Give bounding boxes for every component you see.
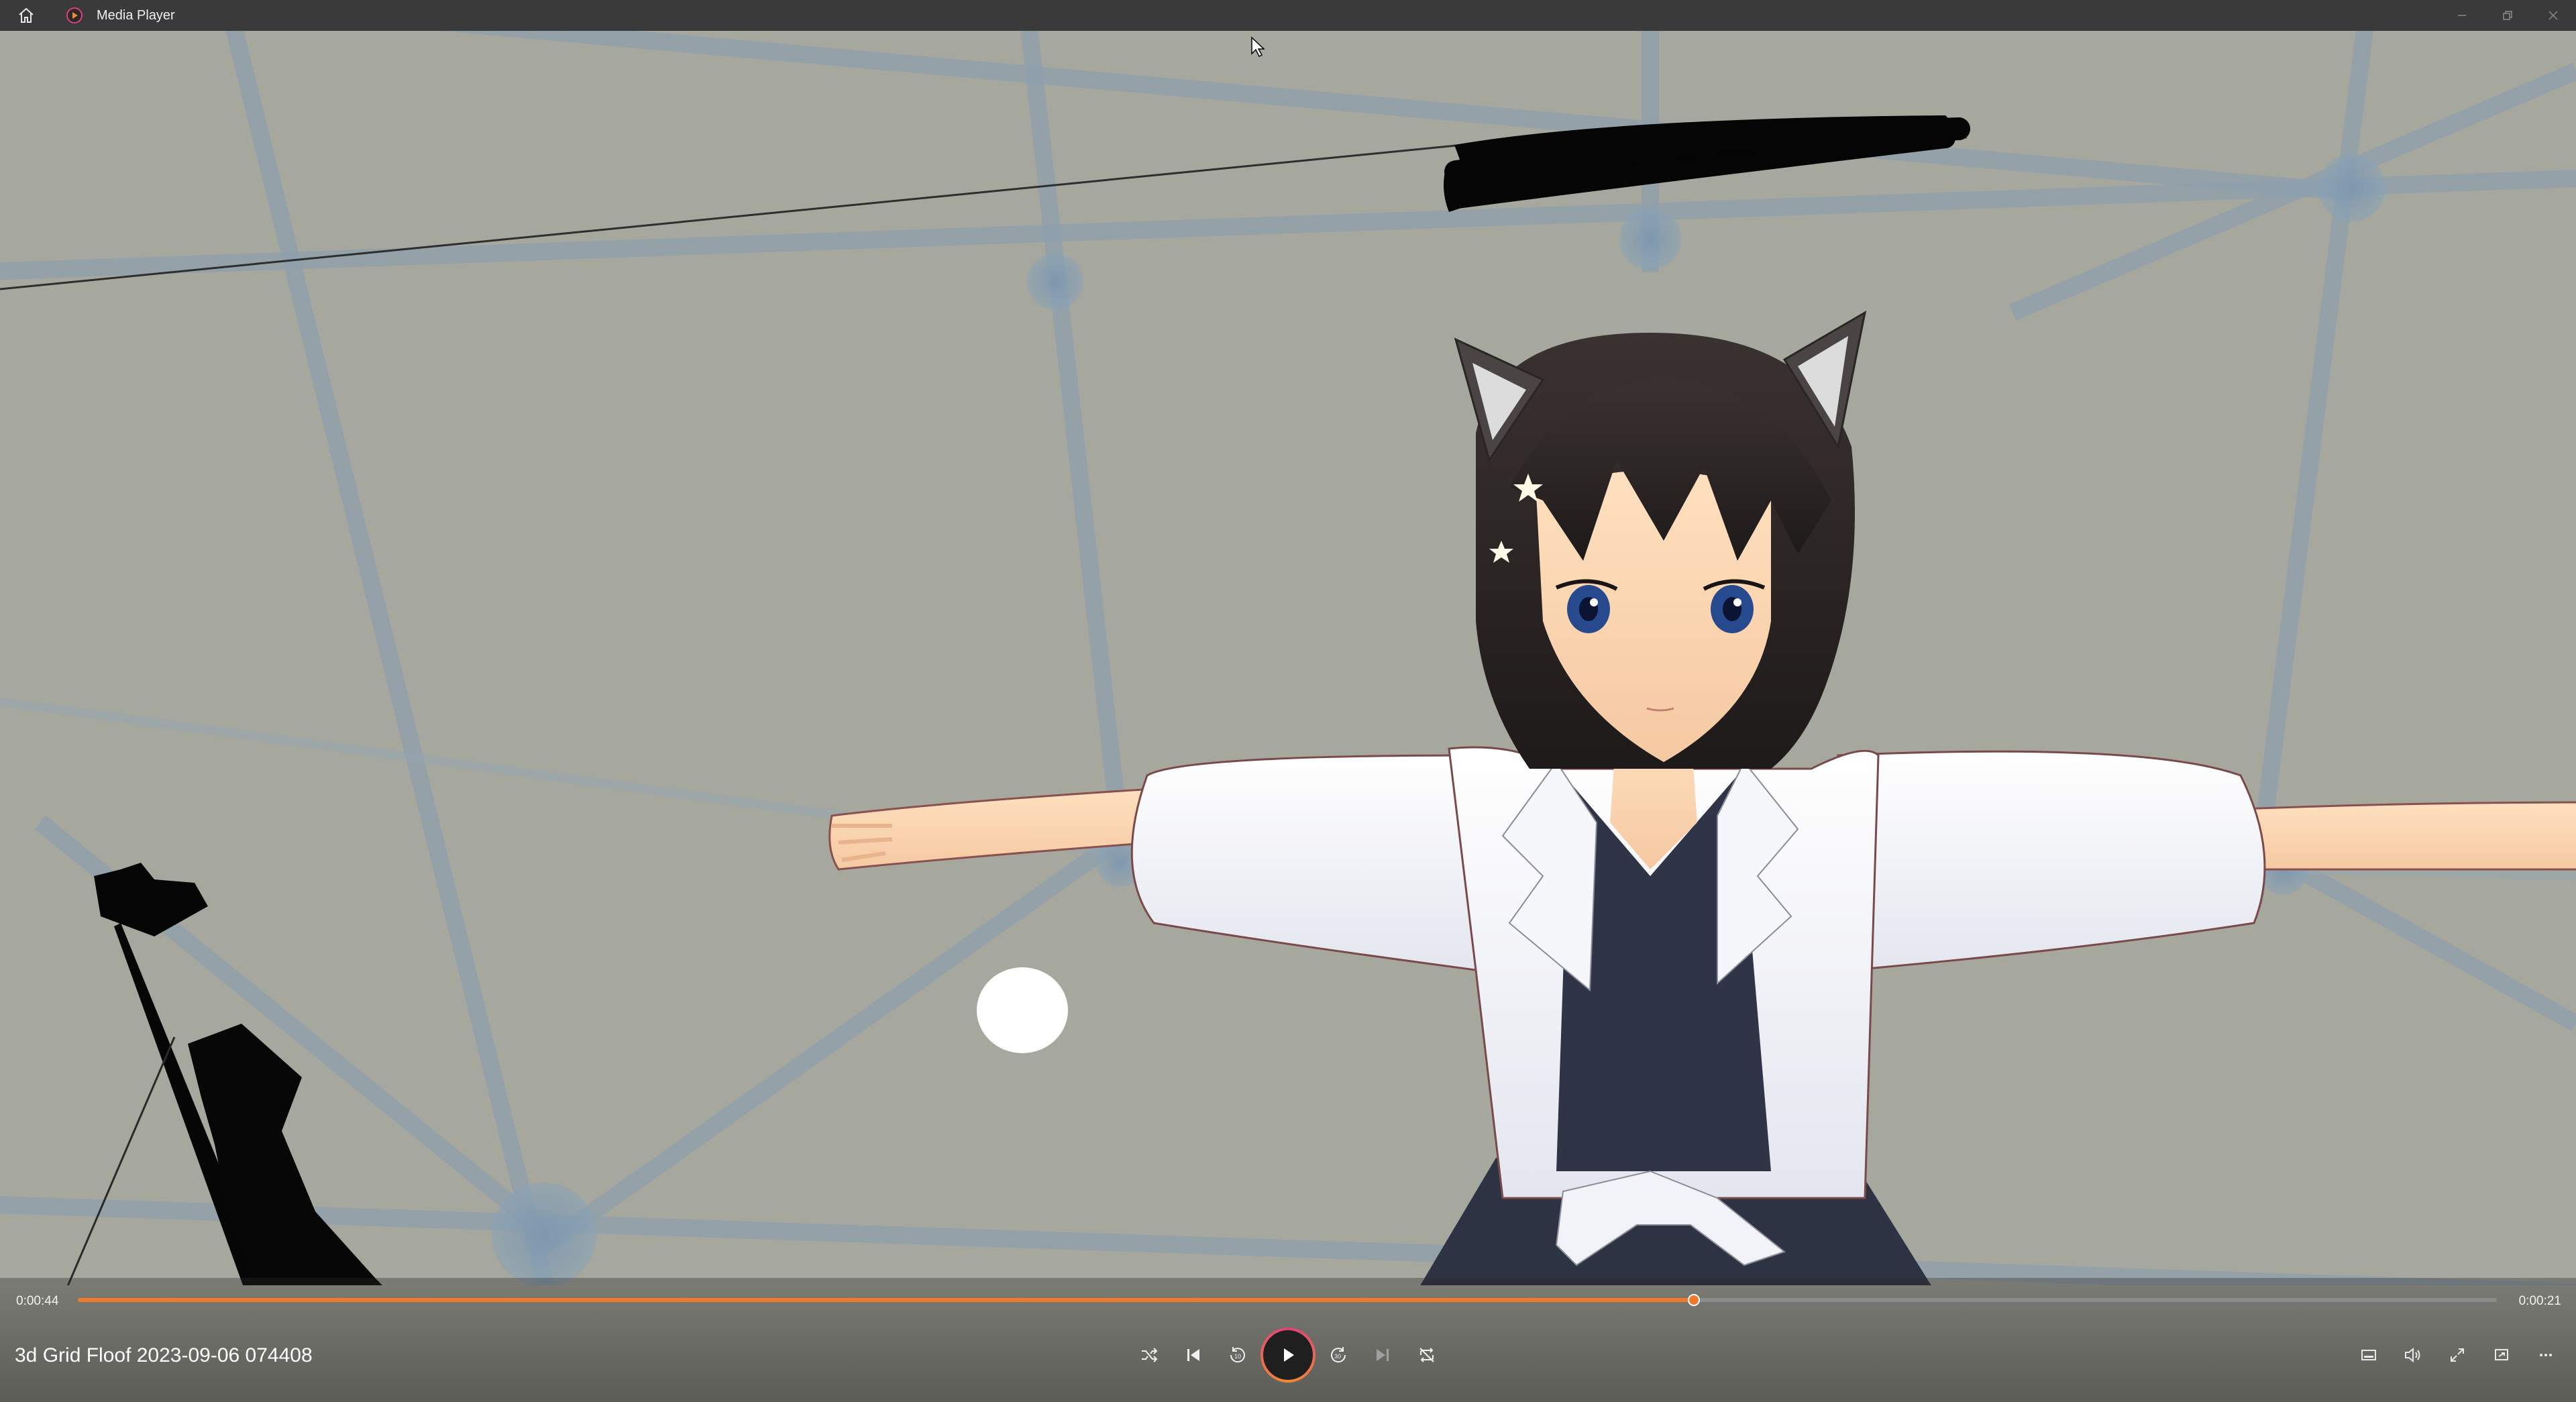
media-player-window: Media Player 0:00:44 0:00:21 3d Grid Flo… — [0, 0, 2576, 1402]
playback-controls: 0:00:44 0:00:21 3d Grid Floof 2023-09-06… — [0, 1278, 2576, 1402]
remaining-time: 0:00:21 — [2518, 1294, 2561, 1308]
cast-icon — [2495, 1349, 2508, 1360]
play-button[interactable] — [1260, 1328, 1316, 1383]
close-icon — [2548, 11, 2558, 20]
mouse-cursor — [1251, 36, 1265, 58]
media-title: 3d Grid Floof 2023-09-06 074408 — [15, 1344, 313, 1366]
miniplayer-button[interactable] — [2347, 1333, 2391, 1377]
volume-icon — [2405, 1347, 2420, 1363]
white-ball — [977, 967, 1068, 1053]
app-logo — [63, 0, 86, 31]
minimize-button[interactable] — [2439, 0, 2485, 31]
cast-button[interactable] — [2479, 1333, 2524, 1377]
current-time: 0:00:44 — [16, 1294, 59, 1308]
title-bar: Media Player — [0, 0, 2576, 31]
next-button[interactable] — [1360, 1333, 1405, 1377]
volume-button[interactable] — [2391, 1333, 2435, 1377]
fullscreen-icon — [2451, 1348, 2464, 1362]
transport-controls: 10 30 — [1127, 1328, 1449, 1383]
close-button[interactable] — [2530, 0, 2576, 31]
seek-bar-thumb[interactable] — [1687, 1294, 1700, 1306]
forward-30-icon: 30 — [1331, 1347, 1346, 1363]
rewind-10-button[interactable]: 10 — [1216, 1333, 1260, 1377]
grid-nodes — [492, 154, 2385, 1285]
home-icon — [19, 7, 34, 23]
seek-bar-progress — [78, 1298, 1694, 1302]
shuffle-button[interactable] — [1127, 1333, 1171, 1377]
svg-text:30: 30 — [1334, 1353, 1341, 1360]
repeat-off-icon — [1419, 1348, 1434, 1362]
miniplayer-icon — [2361, 1350, 2376, 1360]
window-controls — [2439, 0, 2576, 31]
play-icon — [1284, 1348, 1294, 1362]
repeat-button[interactable] — [1405, 1333, 1449, 1377]
rewind-10-icon: 10 — [1230, 1347, 1245, 1363]
more-icon — [2540, 1354, 2552, 1356]
restore-button[interactable] — [2485, 0, 2530, 31]
view-controls — [2347, 1332, 2568, 1379]
previous-icon — [1187, 1349, 1199, 1361]
shuffle-icon — [1142, 1348, 1158, 1362]
next-icon — [1377, 1349, 1389, 1361]
svg-text:10: 10 — [1234, 1353, 1241, 1360]
video-scene — [0, 31, 2576, 1285]
grid-lines — [0, 31, 2576, 1285]
home-button[interactable] — [8, 0, 44, 31]
media-player-logo-icon — [66, 7, 83, 23]
minimize-icon — [2458, 15, 2466, 16]
forward-30-button[interactable]: 30 — [1316, 1333, 1360, 1377]
video-frame[interactable] — [0, 31, 2576, 1285]
previous-button[interactable] — [1171, 1333, 1216, 1377]
restore-icon — [2503, 11, 2512, 20]
seek-bar[interactable] — [78, 1294, 2497, 1306]
fullscreen-button[interactable] — [2435, 1333, 2479, 1377]
more-options-button[interactable] — [2524, 1333, 2568, 1377]
window-title: Media Player — [97, 7, 175, 23]
